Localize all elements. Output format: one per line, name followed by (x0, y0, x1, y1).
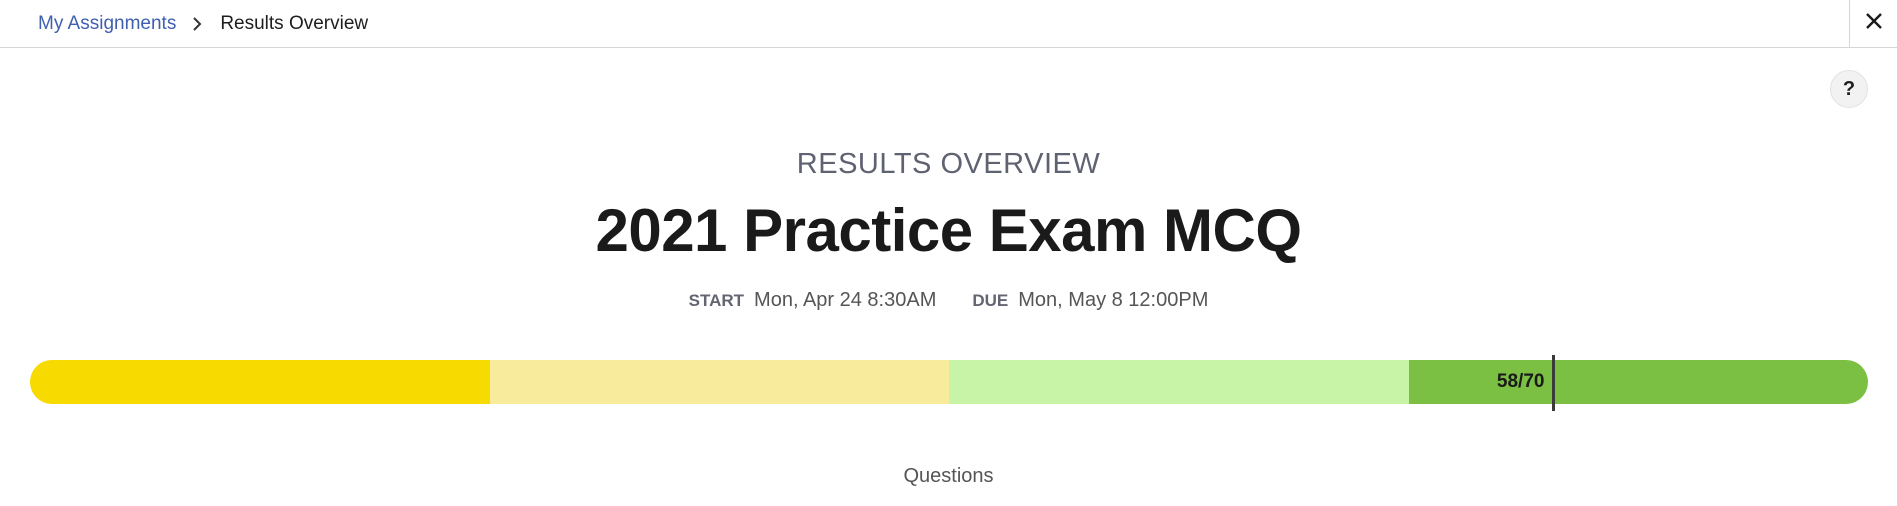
progress-segment-1 (30, 360, 490, 404)
score-label: 58/70 (1496, 371, 1545, 392)
page-kicker: RESULTS OVERVIEW (796, 148, 1101, 180)
breadcrumb: My Assignments Results Overview (38, 0, 368, 47)
chevron-right-icon (192, 16, 202, 31)
progress-segment-2 (489, 360, 949, 404)
start-label: START (688, 291, 745, 310)
close-icon (1864, 11, 1884, 36)
progress-segment-3 (949, 360, 1409, 404)
page-title: 2021 Practice Exam MCQ (595, 197, 1302, 264)
due-date: Mon, May 8 12:00PM (1018, 289, 1209, 311)
score-marker (1551, 355, 1555, 411)
start-date: Mon, Apr 24 8:30AM (754, 289, 937, 311)
breadcrumb-current: Results Overview (220, 12, 369, 34)
close-button[interactable] (1849, 0, 1897, 47)
breadcrumb-my-assignments-link[interactable]: My Assignments (38, 13, 176, 35)
top-bar: My Assignments Results Overview (0, 0, 1897, 48)
questions-heading: Questions (903, 465, 994, 487)
progress-segment-4 (1408, 360, 1868, 404)
assignment-dates: START Mon, Apr 24 8:30AM DUE Mon, May 8 12:… (0, 289, 1897, 312)
help-button[interactable]: ? (1830, 70, 1868, 108)
due-label: DUE (972, 291, 1009, 310)
score-progress-bar (30, 360, 1868, 404)
help-icon: ? (1842, 77, 1856, 100)
